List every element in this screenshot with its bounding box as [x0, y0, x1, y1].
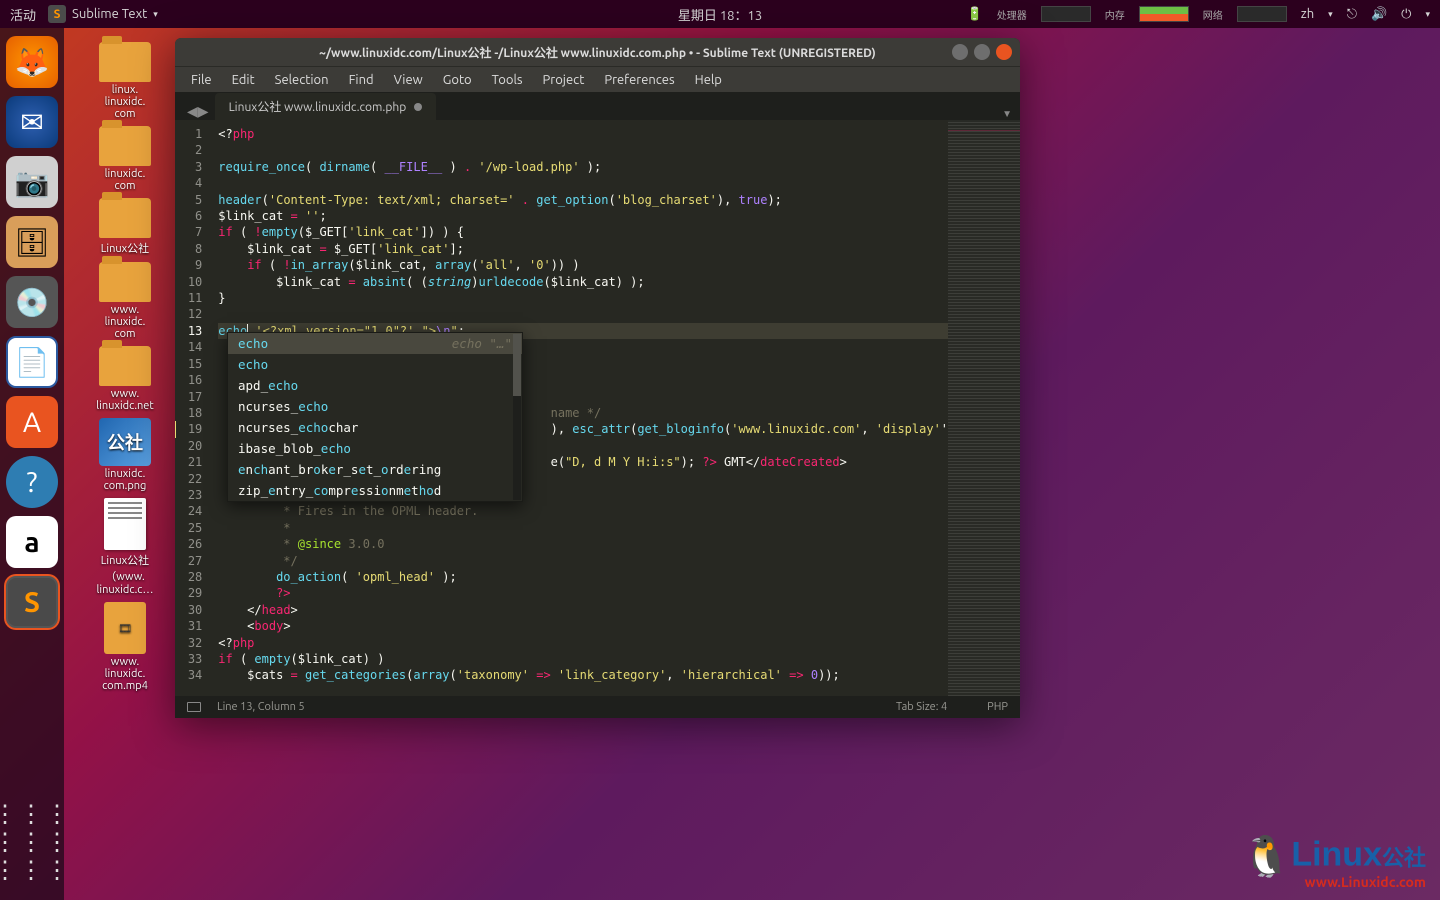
desktop-icon[interactable]: linux. linuxidc. com — [80, 42, 170, 120]
dirty-indicator-icon — [414, 103, 422, 111]
desktop-icon[interactable]: Linux公社 （www. linuxidc.c… — [80, 498, 170, 596]
autocomplete-item[interactable]: ncurses_echo — [228, 396, 522, 417]
image-icon: 公社 — [99, 418, 151, 466]
volume-icon[interactable]: 🔊 — [1371, 7, 1387, 22]
folder-icon — [99, 126, 151, 166]
doc-icon — [104, 498, 146, 550]
activities-button[interactable]: 活动 — [10, 5, 36, 24]
folder-icon — [99, 42, 151, 82]
mem-graph — [1139, 6, 1189, 22]
app-menu[interactable]: S Sublime Text ▾ — [48, 5, 158, 23]
menu-help[interactable]: Help — [687, 71, 730, 89]
desktop-icon[interactable]: linuxidc. com — [80, 126, 170, 192]
watermark: 🐧Linux公社 www.Linuxidc.com — [1242, 833, 1427, 890]
network-icon[interactable]: ⎋ — [1347, 7, 1357, 22]
desktop-icon[interactable]: www. linuxidc. com — [80, 262, 170, 340]
autocomplete-item[interactable]: echo — [228, 354, 522, 375]
status-syntax[interactable]: PHP — [987, 701, 1008, 713]
autocomplete-item[interactable]: ncurses_echochar — [228, 417, 522, 438]
autocomplete-popup: echoecho "…"echoapd_echoncurses_echoncur… — [227, 332, 523, 502]
chevron-down-icon: ▾ — [153, 9, 158, 20]
desktop-icon[interactable]: 公社linuxidc. com.png — [80, 418, 170, 492]
autocomplete-item[interactable]: zip_entry_compressionmethod — [228, 480, 522, 501]
net-graph — [1237, 6, 1287, 22]
dock-firefox[interactable]: 🦊 — [6, 36, 58, 88]
dock-writer[interactable]: 📄 — [6, 336, 58, 388]
ime-indicator[interactable]: zh — [1301, 7, 1314, 21]
clock[interactable]: 星期日 18：13 — [678, 5, 762, 24]
power-icon[interactable]: ⏻ — [1401, 7, 1411, 22]
statusbar: Line 13, Column 5 Tab Size: 4 PHP — [175, 696, 1020, 718]
close-button[interactable] — [996, 44, 1012, 60]
panel-switcher-icon[interactable] — [187, 702, 201, 712]
folder-icon — [99, 346, 151, 386]
autocomplete-item[interactable]: apd_echo — [228, 375, 522, 396]
dock-amazon[interactable]: a — [6, 516, 58, 568]
menu-goto[interactable]: Goto — [435, 71, 480, 89]
dock-help[interactable]: ? — [6, 456, 58, 508]
dock-software[interactable]: A — [6, 396, 58, 448]
show-applications[interactable]: ⋮⋮⋮⋮⋮⋮⋮⋮⋮ — [0, 800, 71, 884]
minimize-button[interactable] — [952, 44, 968, 60]
maximize-button[interactable] — [974, 44, 990, 60]
status-tabsize[interactable]: Tab Size: 4 — [896, 701, 947, 713]
menu-selection[interactable]: Selection — [267, 71, 337, 89]
titlebar[interactable]: ~/www.linuxidc.com/Linux公社 -/Linux公社 www… — [175, 38, 1020, 66]
top-panel: 活动 S Sublime Text ▾ 星期日 18：13 🔋 处理器 内存 网… — [0, 0, 1440, 28]
dock-thunderbird[interactable]: ✉ — [6, 96, 58, 148]
tabbar: ◀ ▶ Linux公社 www.linuxidc.com.php ▼ — [175, 92, 1020, 120]
desktop-icon[interactable]: Linux公社 — [80, 198, 170, 256]
tab-dropdown-icon[interactable]: ▼ — [1002, 108, 1012, 120]
dock: 🦊 ✉ 📷 🗄 💿 📄 A ? a S ⋮⋮⋮⋮⋮⋮⋮⋮⋮ — [0, 28, 64, 900]
battery-icon[interactable]: 🔋 — [967, 7, 983, 22]
menu-project[interactable]: Project — [535, 71, 593, 89]
dock-sublime[interactable]: S — [6, 576, 58, 628]
dock-cheese[interactable]: 📷 — [6, 156, 58, 208]
menu-edit[interactable]: Edit — [224, 71, 263, 89]
tab-history-back[interactable]: ◀ — [187, 103, 198, 120]
menu-preferences[interactable]: Preferences — [596, 71, 682, 89]
minimap[interactable] — [948, 120, 1020, 696]
menubar: FileEditSelectionFindViewGotoToolsProjec… — [175, 66, 1020, 92]
menu-find[interactable]: Find — [341, 71, 382, 89]
menu-file[interactable]: File — [183, 71, 220, 89]
sublime-window: ~/www.linuxidc.com/Linux公社 -/Linux公社 www… — [175, 38, 1020, 718]
desktop-icons: linux. linuxidc. comlinuxidc. com Linux公社… — [80, 42, 170, 692]
desktop-icon[interactable]: 🎞www. linuxidc. com.mp4 — [80, 602, 170, 692]
cpu-graph — [1041, 6, 1091, 22]
autocomplete-item[interactable]: enchant_broker_set_ordering — [228, 459, 522, 480]
menu-tools[interactable]: Tools — [484, 71, 531, 89]
folder-icon — [99, 262, 151, 302]
file-tab[interactable]: Linux公社 www.linuxidc.com.php — [215, 93, 437, 120]
tab-history-forward[interactable]: ▶ — [198, 103, 209, 120]
penguin-icon: 🐧 — [1242, 835, 1292, 879]
status-position: Line 13, Column 5 — [217, 701, 305, 713]
sublime-icon: S — [48, 5, 66, 23]
gutter: 1234567891011121314151617181920212223242… — [175, 120, 210, 696]
autocomplete-item[interactable]: ibase_blob_echo — [228, 438, 522, 459]
editor[interactable]: 1234567891011121314151617181920212223242… — [175, 120, 1020, 696]
autocomplete-item[interactable]: echoecho "…" — [228, 333, 522, 354]
window-title: ~/www.linuxidc.com/Linux公社 -/Linux公社 www… — [319, 44, 876, 61]
folder-icon — [99, 198, 151, 238]
desktop-icon[interactable]: www. linuxidc.net — [80, 346, 170, 412]
video-icon: 🎞 — [104, 602, 146, 654]
menu-view[interactable]: View — [386, 71, 431, 89]
dock-disk[interactable]: 💿 — [6, 276, 58, 328]
dock-files[interactable]: 🗄 — [6, 216, 58, 268]
